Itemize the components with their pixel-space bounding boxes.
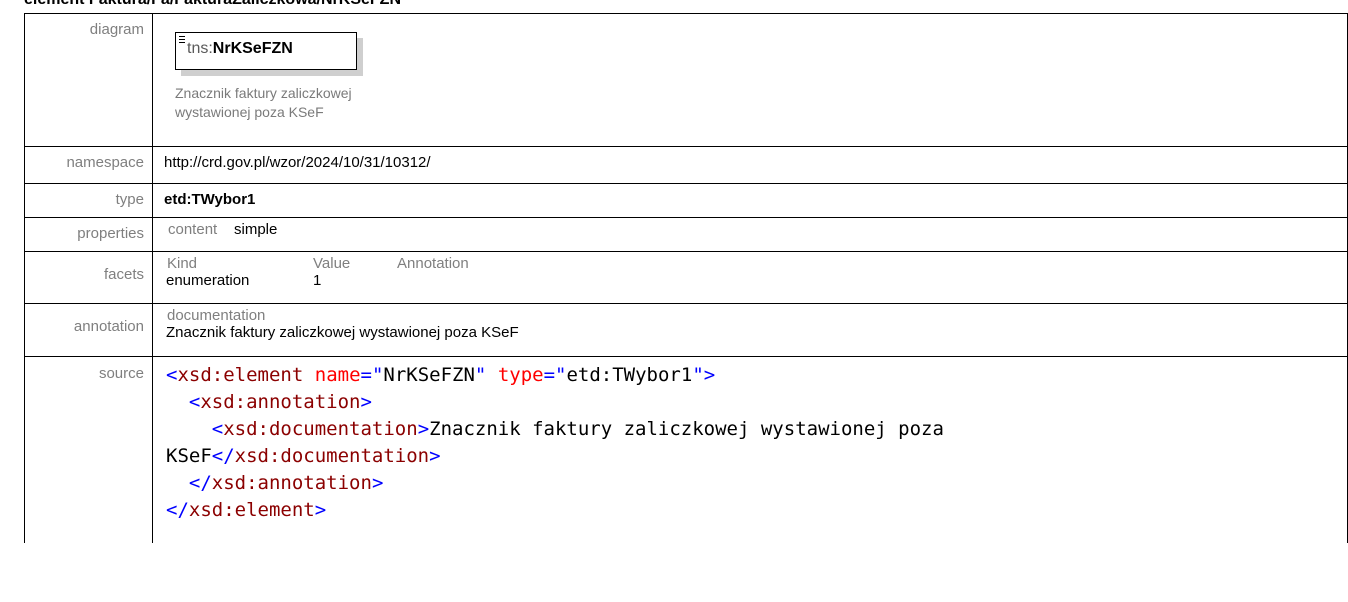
properties-cell: content simple <box>152 217 1348 252</box>
diagram-element-name: tns:NrKSeFZN <box>187 40 293 58</box>
source-line-3: <xsd:documentation>Znacznik faktury zali… <box>211 418 944 440</box>
element-diagram-box[interactable]: tns:NrKSeFZN <box>175 32 357 70</box>
source-line-1: <xsd:element name="NrKSeFZN" type="etd:T… <box>166 364 716 386</box>
diagram-label: diagram <box>24 13 153 147</box>
annotation-text: Znacznik faktury zaliczkowej wystawionej… <box>166 324 519 341</box>
properties-label: properties <box>24 217 153 252</box>
annotation-row: annotation documentation Znacznik faktur… <box>24 303 1348 357</box>
source-label: source <box>24 356 153 543</box>
source-row: source <xsd:element name="NrKSeFZN" type… <box>24 356 1348 543</box>
diagram-row: diagram tns:NrKSeFZN Znacznik faktury za… <box>24 13 1348 147</box>
annotation-cell: documentation Znacznik faktury zaliczkow… <box>152 303 1348 357</box>
page-heading: element Faktura/Fa/FakturaZaliczkowa/NrK… <box>24 0 401 9</box>
diagram-cell: tns:NrKSeFZN Znacznik faktury zaliczkowe… <box>152 13 1348 147</box>
diagram-prefix: tns: <box>187 40 213 57</box>
source-cell: <xsd:element name="NrKSeFZN" type="etd:T… <box>152 356 1348 543</box>
type-value: etd:TWybor1 <box>152 183 1348 218</box>
namespace-value: http://crd.gov.pl/wzor/2024/10/31/10312/ <box>152 146 1348 184</box>
element-lines-icon <box>179 36 185 43</box>
diagram-documentation: Znacznik faktury zaliczkowej wystawionej… <box>175 84 495 122</box>
namespace-row: namespace http://crd.gov.pl/wzor/2024/10… <box>24 146 1348 184</box>
properties-row: properties content simple <box>24 217 1348 252</box>
properties-value: simple <box>234 221 278 238</box>
facets-kind: enumeration <box>166 272 250 289</box>
properties-line: content simple <box>167 221 1347 238</box>
facets-cell: Kind Value Annotation enumeration 1 <box>152 251 1348 304</box>
facets-data-row: enumeration 1 <box>166 272 1347 289</box>
facets-label: facets <box>24 251 153 304</box>
facets-value: 1 <box>313 272 322 289</box>
facets-value-header: Value <box>313 255 351 272</box>
annotation-label: annotation <box>24 303 153 357</box>
source-line-6: </xsd:element> <box>166 499 327 521</box>
source-code: <xsd:element name="NrKSeFZN" type="etd:T… <box>153 357 1347 524</box>
annotation-header: documentation <box>167 307 266 324</box>
facets-header: Kind Value Annotation <box>166 255 1347 272</box>
namespace-label: namespace <box>24 146 153 184</box>
element-doc-table: diagram tns:NrKSeFZN Znacznik faktury za… <box>24 13 1348 543</box>
facets-kind-header: Kind <box>167 255 198 272</box>
diagram-element: NrKSeFZN <box>212 40 293 57</box>
source-line-4: KSeF</xsd:documentation> <box>166 445 441 467</box>
type-row: type etd:TWybor1 <box>24 183 1348 218</box>
facets-row: facets Kind Value Annotation enumeration… <box>24 251 1348 304</box>
diagram-doc-line: Znacznik faktury zaliczkowej <box>175 85 352 101</box>
facets-annotation-header: Annotation <box>397 255 469 272</box>
source-line-2: <xsd:annotation> <box>188 391 372 413</box>
diagram-doc-line: wystawionej poza KSeF <box>175 104 324 120</box>
properties-key: content <box>168 221 218 238</box>
source-line-5: </xsd:annotation> <box>188 472 384 494</box>
type-label: type <box>24 183 153 218</box>
